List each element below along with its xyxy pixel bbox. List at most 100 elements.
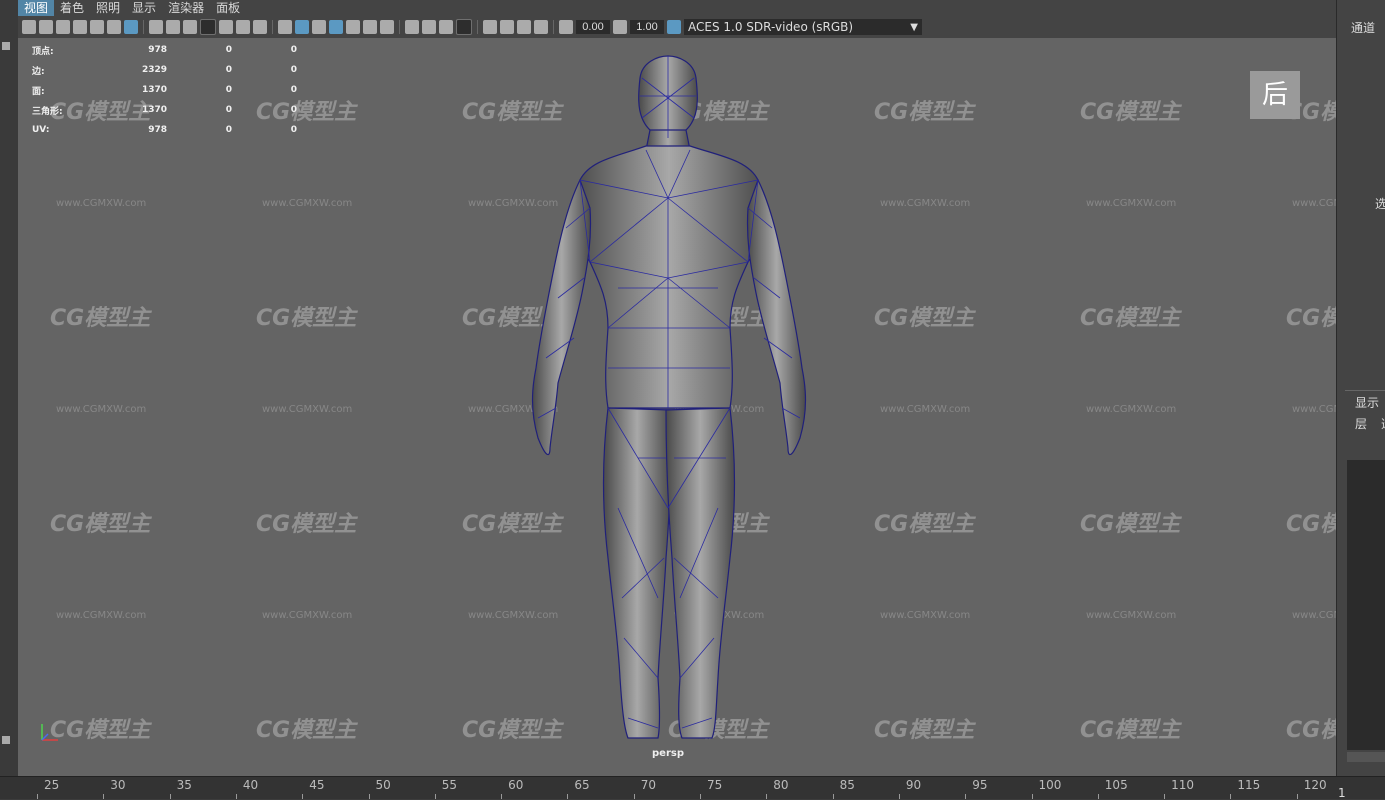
smooth-shade-icon[interactable] — [295, 20, 309, 34]
hud-value: 0 — [290, 125, 297, 135]
color-management-icon[interactable] — [667, 20, 681, 34]
timeline-tick — [898, 794, 900, 799]
timeline-tick — [1230, 794, 1232, 799]
safe-action-icon[interactable] — [236, 20, 250, 34]
toolbar-divider — [143, 20, 144, 34]
hud-value: 0 — [225, 85, 232, 95]
timeline-tick-label: 55 — [441, 778, 458, 792]
grease-pencil-icon[interactable] — [124, 20, 138, 34]
time-slider[interactable]: 25 30 35 40 45 50 55 60 65 70 75 80 85 90 95 100 105 110 1… — [0, 776, 1385, 800]
layer-tab[interactable]: 层 — [1355, 415, 1367, 432]
hud-row-edges: 边: 2329 0 0 — [32, 60, 297, 80]
use-all-lights-icon[interactable] — [363, 20, 377, 34]
timeline-tick-label: 115 — [1237, 778, 1261, 792]
camera-icon[interactable] — [22, 20, 36, 34]
timeline-tick — [368, 794, 370, 799]
wireframe-on-shaded-icon[interactable] — [329, 20, 343, 34]
timeline-tick — [103, 794, 105, 799]
timeline-tick-label: 85 — [839, 778, 855, 792]
gamma-icon[interactable] — [613, 20, 627, 34]
timeline-tick-label: 50 — [375, 778, 391, 792]
timeline-tick-label: 65 — [574, 778, 590, 792]
two-d-pan-icon[interactable] — [107, 20, 121, 34]
left-tool-strip — [0, 0, 19, 776]
motion-blur-icon[interactable] — [422, 20, 436, 34]
menu-panels[interactable]: 面板 — [210, 0, 246, 16]
chevron-down-icon: ▼ — [910, 21, 918, 33]
horizontal-scrollbar[interactable] — [1347, 752, 1385, 762]
isolate-select-icon[interactable] — [483, 20, 497, 34]
hud-value: 2329 — [141, 65, 167, 75]
select-menu-fragment[interactable]: 选 — [1375, 195, 1385, 212]
color-space-dropdown[interactable]: ACES 1.0 SDR-video (sRGB) ▼ — [684, 19, 922, 35]
hud-value: 0 — [225, 105, 232, 115]
toolbar-divider — [272, 20, 273, 34]
image-plane-icon[interactable] — [90, 20, 104, 34]
depth-of-field-icon[interactable] — [456, 19, 472, 35]
timeline-tick-label: 30 — [110, 778, 126, 792]
menu-renderer[interactable]: 渲染器 — [162, 0, 210, 16]
field-chart-icon[interactable] — [219, 20, 233, 34]
timeline-tick — [1031, 794, 1033, 799]
lock-camera-icon[interactable] — [39, 20, 53, 34]
bookmark-icon[interactable] — [73, 20, 87, 34]
safe-title-icon[interactable] — [253, 20, 267, 34]
hud-value: 0 — [290, 105, 297, 115]
timeline-tick — [633, 794, 635, 799]
3d-viewport[interactable]: CG模型主CG模型主CG模型主CG模型主CG模型主CG模型主CG模型主CG模型主… — [18, 38, 1336, 776]
camera-name-label: persp — [652, 748, 684, 759]
timeline-tick — [302, 794, 304, 799]
viewport-toolbar: ACES 1.0 SDR-video (sRGB) ▼ — [18, 16, 1336, 38]
axis-gizmo-icon — [41, 724, 58, 741]
panel-divider — [1345, 390, 1385, 391]
film-gate-icon[interactable] — [166, 20, 180, 34]
timeline-tick-label: 40 — [242, 778, 259, 792]
menu-view[interactable]: 视图 — [18, 0, 55, 16]
menu-show[interactable]: 显示 — [126, 0, 162, 16]
color-space-value: ACES 1.0 SDR-video (sRGB) — [688, 20, 854, 34]
display-tab[interactable]: 显示 — [1355, 394, 1379, 411]
layer-options-tab[interactable]: 选 — [1381, 415, 1385, 432]
hud-label: 面: — [32, 86, 45, 97]
xray-icon[interactable] — [500, 20, 514, 34]
hud-value: 1370 — [141, 85, 167, 95]
exposure-field[interactable] — [576, 20, 610, 34]
default-material-icon[interactable] — [312, 20, 326, 34]
timeline-tick-label: 120 — [1303, 778, 1327, 792]
grid-icon[interactable] — [149, 20, 163, 34]
hud-row-faces: 面: 1370 0 0 — [32, 80, 297, 100]
hud-value: 0 — [290, 65, 297, 75]
timeline-tick-label: 70 — [640, 778, 656, 792]
viewport-menu-bar: 视图 着色 照明 显示 渲染器 面板 — [18, 0, 1336, 16]
timeline-tick — [700, 794, 701, 799]
hud-value: 0 — [225, 65, 232, 75]
exposure-icon[interactable] — [559, 20, 573, 34]
camera-attributes-icon[interactable] — [56, 20, 70, 34]
menu-shading[interactable]: 着色 — [54, 0, 90, 16]
hud-row-triangles: 三角形: 1370 0 0 — [32, 100, 297, 120]
channel-tab[interactable]: 通道 — [1351, 19, 1375, 36]
wireframe-icon[interactable] — [278, 20, 292, 34]
shadows-icon[interactable] — [380, 20, 394, 34]
xray-joints-icon[interactable] — [534, 20, 548, 34]
resolution-gate-icon[interactable] — [183, 20, 197, 34]
poly-count-hud: 顶点: 978 0 0 边: 2329 0 0 面: 1370 0 0 三角形:… — [32, 40, 297, 140]
gamma-field[interactable] — [630, 20, 664, 34]
view-cube-back[interactable]: 后 — [1250, 71, 1300, 119]
xray-active-icon[interactable] — [517, 20, 531, 34]
strip-handle-icon[interactable] — [2, 42, 10, 50]
screen-space-ao-icon[interactable] — [405, 20, 419, 34]
hud-label: UV: — [32, 125, 50, 135]
hud-label: 边: — [32, 66, 45, 77]
gate-mask-icon[interactable] — [200, 19, 216, 35]
timeline-tick-label: 45 — [309, 778, 325, 792]
timeline-tick — [1097, 794, 1099, 799]
multisample-aa-icon[interactable] — [439, 20, 453, 34]
timeline-tick-label: 90 — [905, 778, 922, 792]
strip-arrow-icon[interactable] — [2, 736, 10, 744]
human-model[interactable] — [18, 38, 1336, 776]
layer-list[interactable] — [1347, 460, 1385, 750]
menu-lighting[interactable]: 照明 — [90, 0, 126, 16]
hud-value: 0 — [225, 45, 232, 55]
textured-icon[interactable] — [346, 20, 360, 34]
